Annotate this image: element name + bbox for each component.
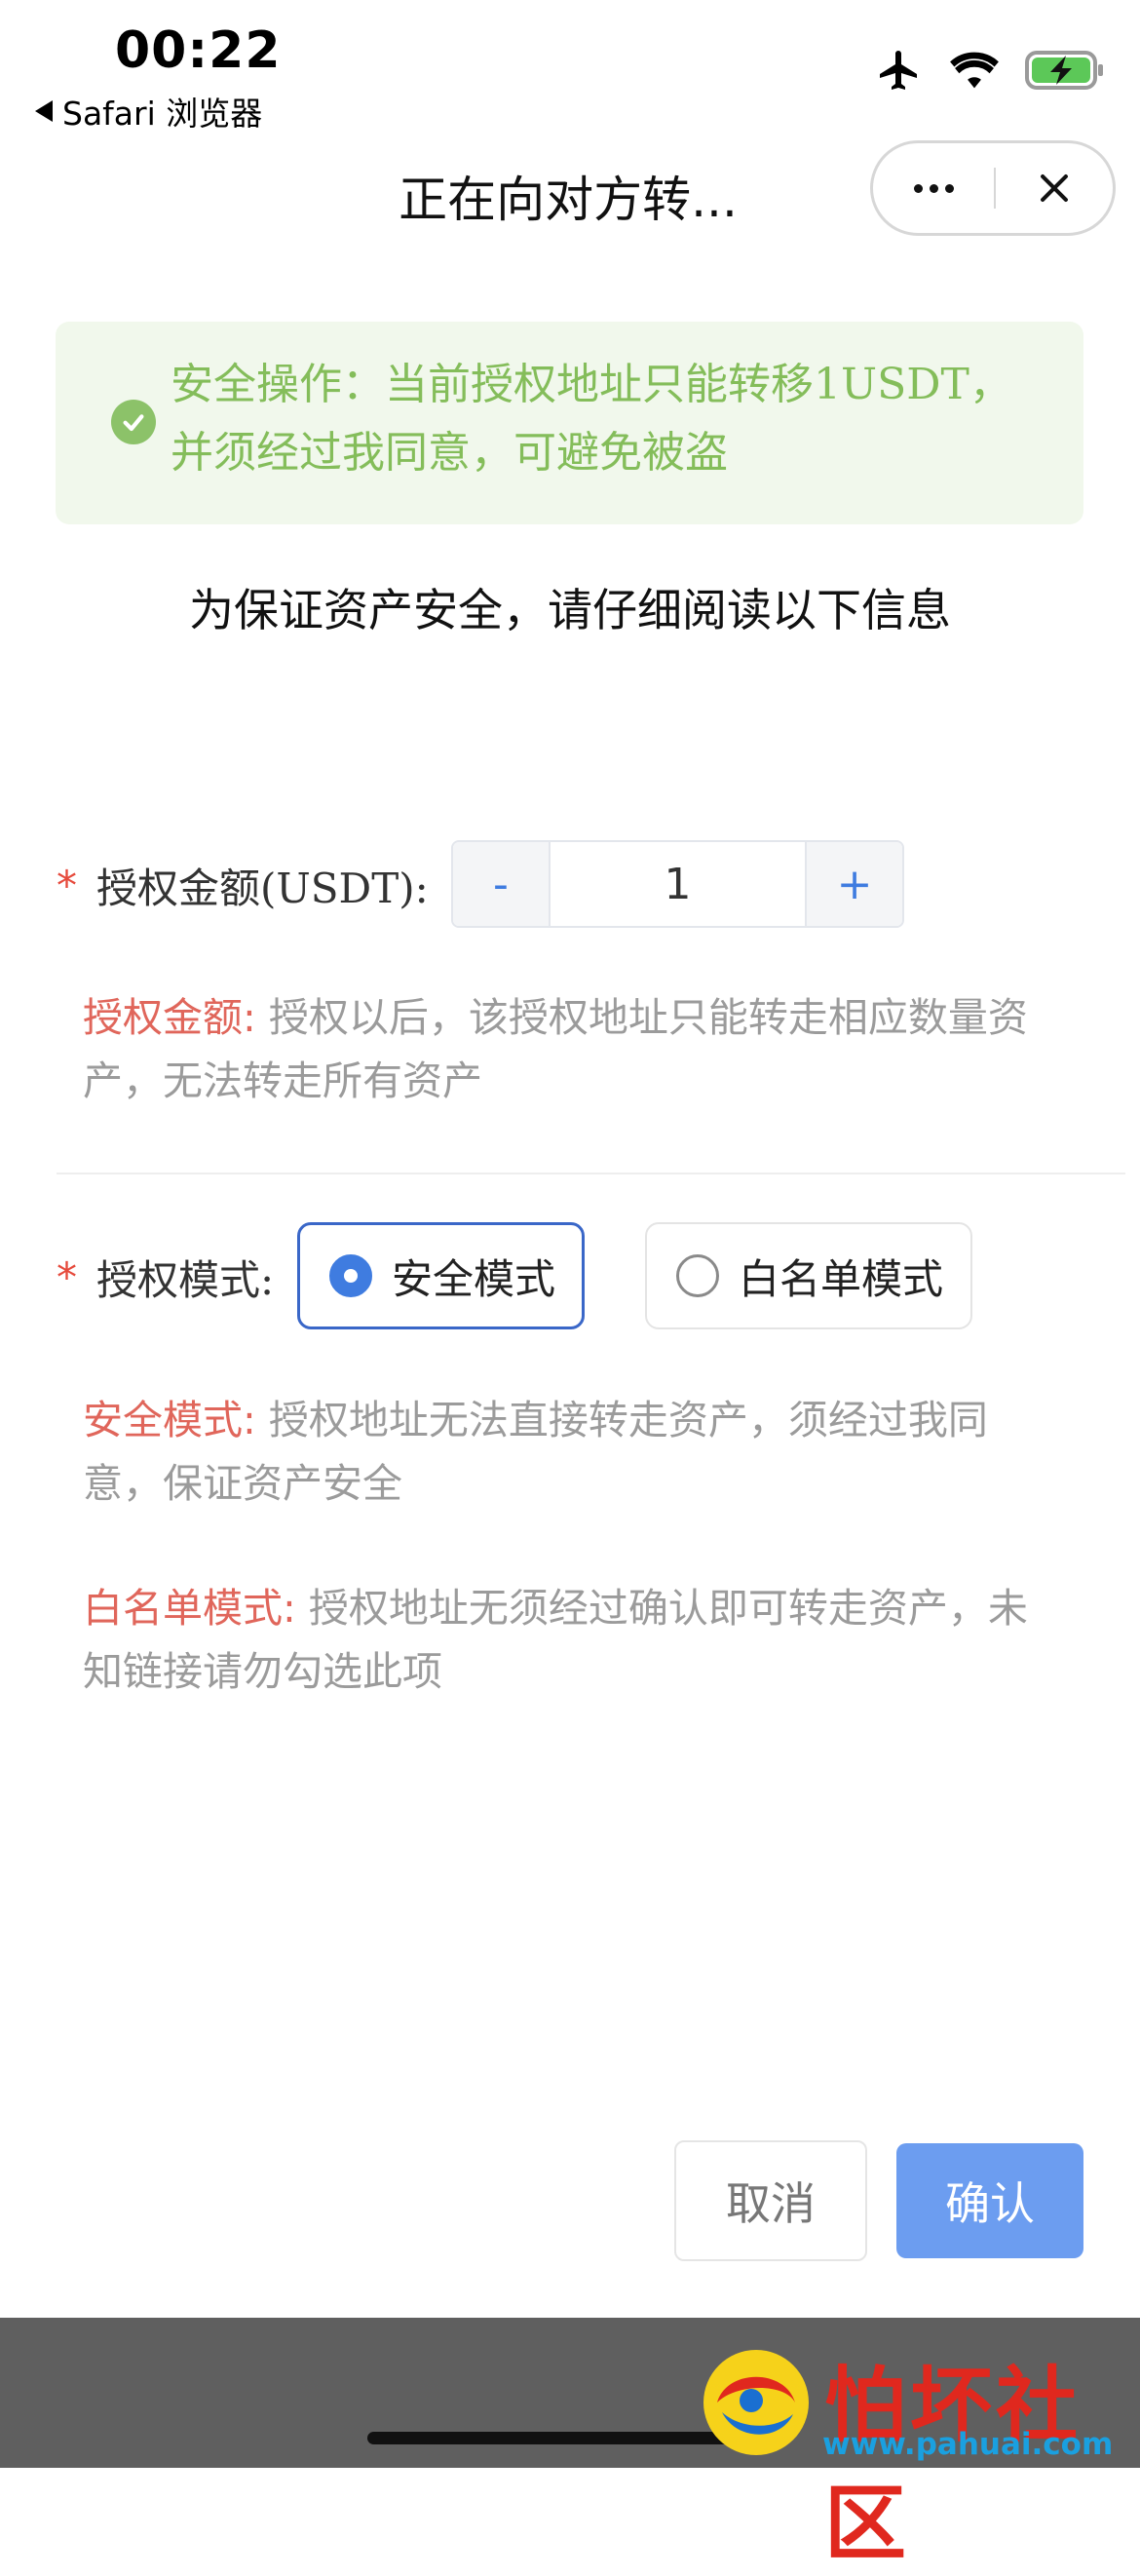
- safe-mode-label: 安全模式: [392, 1254, 556, 1303]
- battery-charging-icon: [1025, 51, 1103, 90]
- more-dot-icon: [929, 183, 938, 193]
- radio-safe-mode[interactable]: 安全模式: [297, 1222, 585, 1329]
- required-mark: *: [57, 862, 77, 909]
- check-circle-icon: [111, 400, 156, 444]
- page-title-text: 正在向对方转...: [399, 172, 738, 228]
- amount-label: * 授权金额(USDT):: [57, 856, 429, 915]
- more-dot-icon: [944, 183, 954, 193]
- status-icons: [875, 47, 1105, 94]
- radio-whitelist-mode[interactable]: 白名单模式: [645, 1222, 972, 1329]
- mini-program-capsule: [870, 140, 1116, 236]
- security-notice: 安全操作：当前授权地址只能转移1USDT，并须经过我同意，可避免被盗: [56, 322, 1083, 524]
- read-hint: 为保证资产安全，请仔细阅读以下信息: [189, 584, 951, 636]
- status-time: 00:22: [115, 21, 282, 80]
- mode-label: * 授权模式:: [57, 1248, 274, 1307]
- radio-unselected-icon: [676, 1254, 719, 1297]
- watermark-logo-icon: [703, 2350, 809, 2455]
- amount-label-text: 授权金额(USDT):: [96, 865, 429, 912]
- amount-description: 授权金额: 授权以后，该授权地址只能转走相应数量资产，无法转走所有资产: [83, 986, 1047, 1113]
- watermark: 怕坏社区 www.pahuai.com: [698, 2334, 1126, 2571]
- required-mark: *: [57, 1253, 77, 1301]
- amount-input[interactable]: 1: [551, 842, 805, 926]
- radio-selected-icon: [329, 1254, 372, 1297]
- more-button[interactable]: [873, 183, 994, 193]
- close-icon: [1041, 174, 1068, 202]
- back-triangle-icon: [35, 100, 53, 122]
- decrease-button[interactable]: -: [453, 842, 551, 926]
- safe-mode-description: 安全模式: 授权地址无法直接转走资产，须经过我同意，保证资产安全: [83, 1389, 1047, 1516]
- whitelist-mode-label: 白名单模式: [739, 1254, 944, 1303]
- safe-desc-title: 安全模式:: [83, 1397, 256, 1443]
- whitelist-mode-description: 白名单模式: 授权地址无须经过确认即可转走资产，未知链接请勿勾选此项: [83, 1577, 1047, 1704]
- cancel-button[interactable]: 取消: [674, 2140, 867, 2261]
- mode-label-text: 授权模式:: [96, 1256, 275, 1304]
- more-dot-icon: [913, 183, 923, 193]
- divider: [57, 1173, 1125, 1174]
- amount-desc-title: 授权金额:: [83, 994, 256, 1041]
- notice-text: 安全操作：当前授权地址只能转移1USDT，并须经过我同意，可避免被盗: [171, 360, 1012, 478]
- increase-button[interactable]: +: [805, 842, 902, 926]
- watermark-url: www.pahuai.com: [822, 2427, 1114, 2462]
- wifi-icon: [950, 52, 999, 89]
- back-to-app-link[interactable]: Safari 浏览器: [35, 88, 262, 135]
- airplane-icon: [880, 51, 917, 90]
- amount-stepper: - 1 +: [451, 840, 904, 928]
- back-app-label: Safari 浏览器: [62, 95, 263, 133]
- close-button[interactable]: [996, 172, 1113, 205]
- confirm-button[interactable]: 确认: [896, 2143, 1083, 2258]
- white-desc-title: 白名单模式:: [83, 1585, 296, 1632]
